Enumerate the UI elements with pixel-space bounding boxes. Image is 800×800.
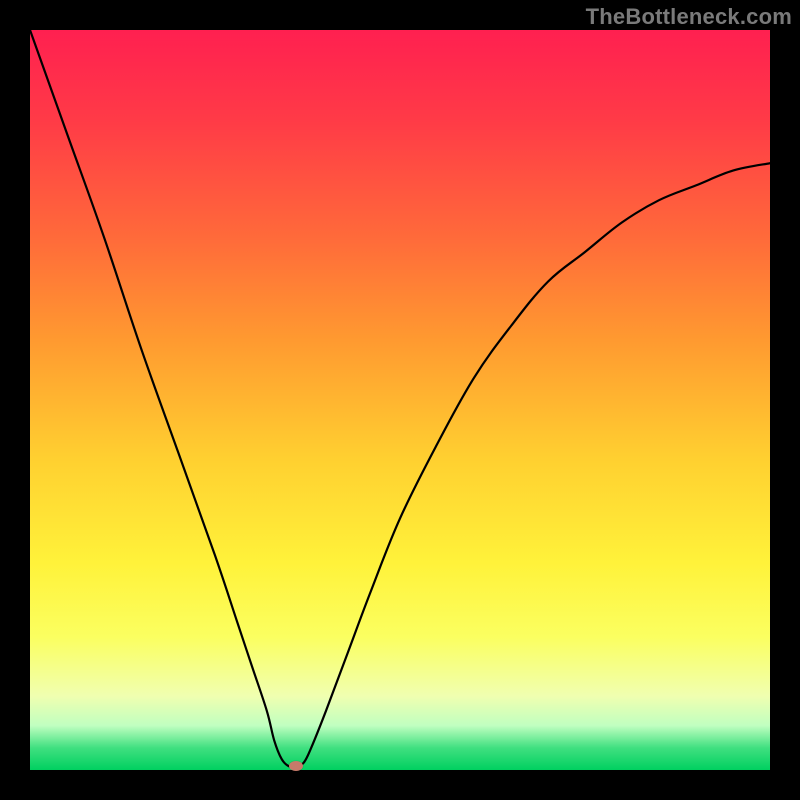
chart-frame: TheBottleneck.com [0, 0, 800, 800]
watermark-text: TheBottleneck.com [586, 4, 792, 30]
bottleneck-curve [30, 30, 770, 770]
plot-area [30, 30, 770, 770]
optimal-point-marker [289, 761, 303, 771]
